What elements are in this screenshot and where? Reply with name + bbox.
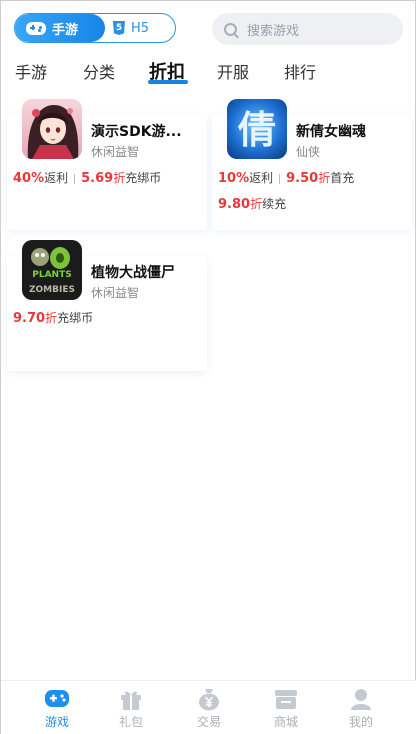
store-icon (273, 687, 299, 711)
nav-trade-label: 交易 (196, 715, 221, 729)
nav-games[interactable]: 游戏 (27, 687, 87, 730)
h5-games-toggle[interactable]: 5 H5 (113, 14, 149, 42)
top-bar: 手游 5 H5 搜索游戏 (1, 1, 416, 57)
h5-games-label: H5 (131, 20, 150, 36)
game-category: 休闲益智 (91, 145, 140, 159)
nav-store[interactable]: 商城 (256, 687, 316, 730)
discount-line: 40%返利 5.69折充绑币 (13, 171, 162, 186)
divider (279, 173, 281, 184)
tab-mobile-games[interactable]: 手游 (15, 61, 47, 85)
nav-gift[interactable]: 礼包 (101, 687, 161, 730)
plants-vs-zombies-game-icon: PLANTS ZOMBIES (22, 240, 82, 300)
search-input[interactable]: 搜索游戏 (212, 13, 403, 45)
divider (74, 173, 76, 184)
mobile-games-label: 手游 (52, 22, 79, 38)
mobile-games-toggle[interactable]: 手游 (15, 14, 105, 42)
gamepad-icon (44, 687, 70, 711)
html5-icon: 5 (113, 21, 125, 35)
tab-categories[interactable]: 分类 (83, 61, 115, 85)
nav-games-label: 游戏 (44, 715, 69, 729)
svg-text:倩: 倩 (237, 107, 276, 152)
game-category: 仙侠 (296, 145, 321, 159)
nav-profile-label: 我的 (348, 715, 373, 729)
svg-text:ZOMBIES: ZOMBIES (29, 285, 75, 295)
game-title: 植物大战僵尸 (91, 265, 175, 281)
nav-profile[interactable]: 我的 (331, 687, 391, 730)
anime-girl-game-icon (22, 99, 82, 159)
game-card[interactable]: PLANTS ZOMBIES 植物大战僵尸 休闲益智 9.70折充绑币 (7, 240, 207, 371)
nav-store-label: 商城 (273, 715, 298, 729)
discount-line: 9.70折充绑币 (13, 311, 94, 326)
game-title: 演示SDK游... (91, 124, 182, 140)
svg-text:PLANTS: PLANTS (32, 270, 71, 280)
tab-rankings[interactable]: 排行 (284, 61, 316, 85)
game-card[interactable]: 演示SDK游... 休闲益智 40%返利 5.69折充绑币 (7, 99, 207, 230)
game-card[interactable]: 倩 新倩女幽魂 仙侠 10%返利 9.50折首充 9.80折续充 (212, 99, 412, 230)
search-icon (224, 22, 237, 36)
discount-line: 10%返利 9.50折首充 (218, 171, 355, 186)
gift-icon (118, 687, 144, 711)
game-category: 休闲益智 (91, 286, 140, 300)
gamepad-icon (26, 21, 46, 35)
active-tab-indicator (148, 80, 188, 84)
qian-calligraphy-game-icon: 倩 (227, 99, 287, 159)
platform-toggle[interactable]: 手游 5 H5 (14, 13, 176, 43)
search-placeholder: 搜索游戏 (247, 23, 300, 39)
nav-trade[interactable]: 交易 (179, 687, 239, 730)
tab-new-servers[interactable]: 开服 (217, 61, 249, 85)
discount-line: 9.80折续充 (218, 197, 287, 212)
game-title: 新倩女幽魂 (296, 124, 366, 140)
yen-bag-icon (196, 687, 222, 711)
bottom-navigation: 游戏 礼包 交易 商城 我的 (1, 680, 416, 734)
user-icon (348, 687, 374, 711)
nav-gift-label: 礼包 (118, 715, 143, 729)
category-tabs: 手游 分类 折扣 开服 排行 (1, 57, 416, 93)
